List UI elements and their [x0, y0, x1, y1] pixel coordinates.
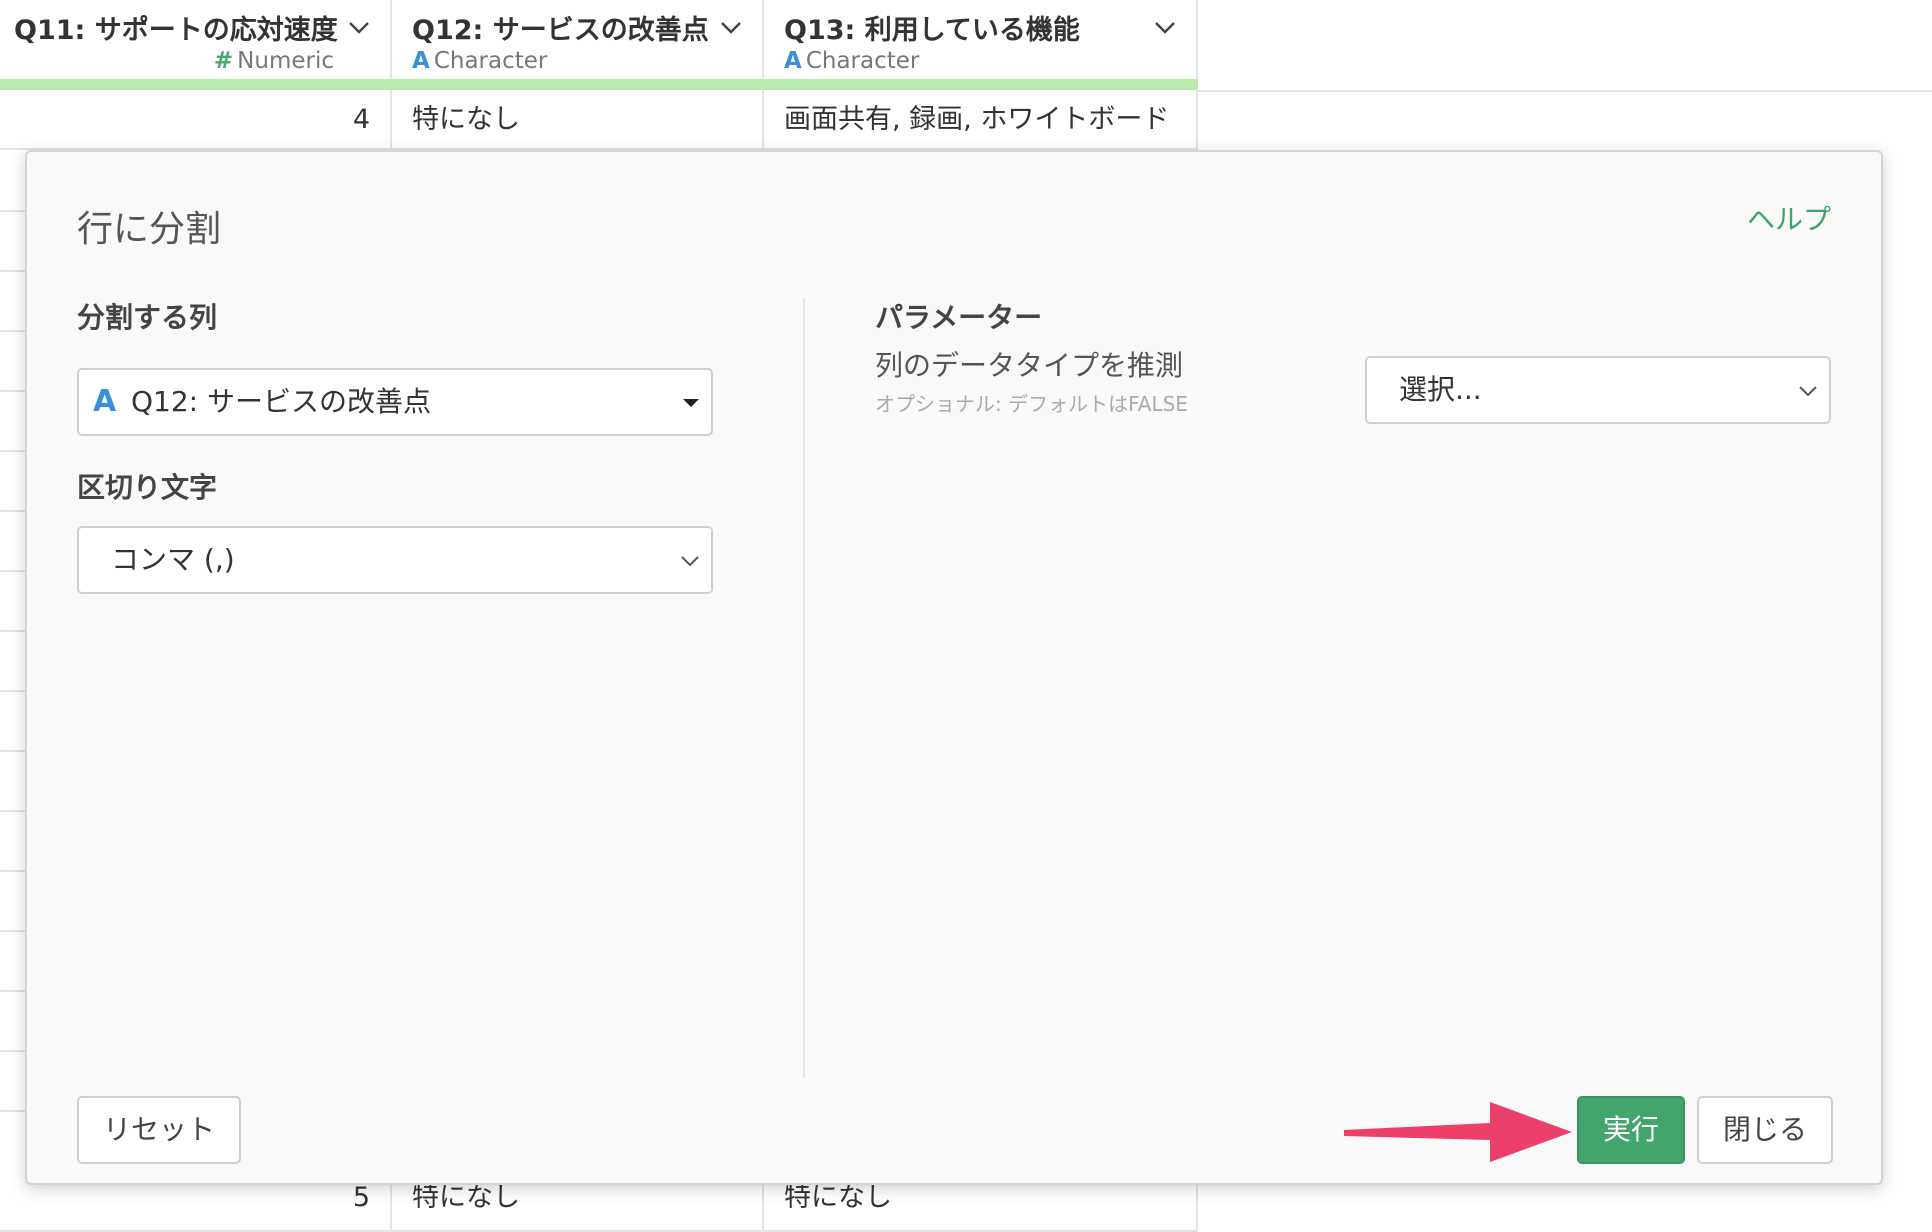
delimiter-value: コンマ (,)	[111, 543, 235, 576]
row-divider	[0, 750, 26, 752]
chevron-down-icon	[1799, 386, 1817, 397]
dialog-title: 行に分割	[77, 209, 222, 250]
row-divider	[0, 570, 26, 572]
close-button[interactable]: 閉じる	[1697, 1096, 1833, 1164]
column-type-label: Character	[805, 48, 920, 74]
guess-type-label: 列のデータタイプを推測	[875, 349, 1184, 382]
column-type: A Character	[412, 48, 547, 74]
row-divider	[0, 930, 26, 932]
table-cell[interactable]: 4	[0, 90, 392, 150]
delimiter-select[interactable]: コンマ (,)	[77, 526, 713, 594]
table-cell[interactable]: 画面共有, 録画, ホワイトボード	[764, 90, 1198, 150]
row-divider	[0, 390, 26, 392]
chevron-down-icon[interactable]	[718, 14, 744, 40]
table-cell[interactable]: 特になし	[392, 90, 764, 150]
column-name: Q13: 利用している機能	[784, 15, 1080, 46]
column-name: Q11: サポートの応対速度	[14, 15, 338, 46]
row-divider	[0, 1110, 26, 1112]
column-type: # Numeric	[214, 48, 334, 74]
character-type-icon: A	[412, 48, 430, 74]
guess-type-value: 選択...	[1399, 373, 1482, 406]
split-to-rows-dialog: 行に分割 ヘルプ 分割する列 A Q12: サービスの改善点 区切り文字 コンマ…	[25, 150, 1883, 1185]
caret-down-icon	[683, 399, 699, 407]
row-divider	[0, 990, 26, 992]
grid-edge	[1198, 90, 1932, 92]
column-name: Q12: サービスの改善点	[412, 15, 709, 46]
character-type-icon: A	[784, 48, 802, 74]
arrow-right-icon	[1344, 1102, 1572, 1162]
row-divider	[0, 1050, 26, 1052]
character-type-icon: A	[93, 384, 117, 419]
row-divider	[0, 870, 26, 872]
column-type: A Character	[784, 48, 919, 74]
run-button[interactable]: 実行	[1577, 1096, 1685, 1164]
row-divider	[0, 630, 26, 632]
numeric-type-icon: #	[213, 48, 234, 74]
split-column-select[interactable]: A Q12: サービスの改善点	[77, 368, 713, 436]
row-divider	[0, 810, 26, 812]
row-divider	[0, 330, 26, 332]
row-divider	[0, 210, 26, 212]
split-column-label: 分割する列	[77, 301, 218, 334]
row-divider	[0, 270, 26, 272]
row-divider	[0, 510, 26, 512]
row-divider	[0, 690, 26, 692]
section-divider	[803, 298, 805, 1078]
column-quality-bar	[0, 79, 1198, 90]
chevron-down-icon[interactable]	[1152, 14, 1178, 40]
parameters-heading: パラメーター	[875, 301, 1043, 334]
row-divider	[0, 450, 26, 452]
chevron-down-icon	[681, 556, 699, 567]
reset-button[interactable]: リセット	[77, 1096, 241, 1164]
guess-type-hint: オプショナル: デフォルトはFALSE	[875, 392, 1188, 416]
chevron-down-icon[interactable]	[346, 14, 372, 40]
help-link[interactable]: ヘルプ	[1747, 198, 1831, 238]
column-type-label: Character	[433, 48, 548, 74]
split-column-value: Q12: サービスの改善点	[131, 385, 432, 418]
delimiter-label: 区切り文字	[77, 471, 218, 504]
column-type-label: Numeric	[237, 48, 334, 74]
guess-type-select[interactable]: 選択...	[1365, 356, 1831, 424]
